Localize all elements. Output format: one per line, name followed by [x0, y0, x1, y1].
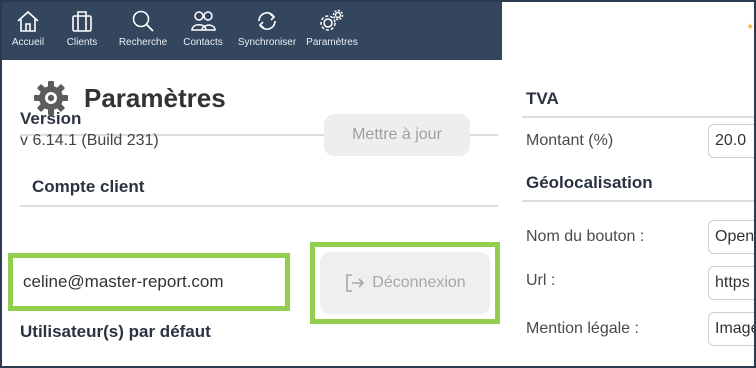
top-bar-right-area: ✦ [502, 2, 755, 60]
nav-label-parametres: Paramètres [306, 37, 358, 48]
version-heading: Version [20, 109, 82, 128]
account-email: celine@master-report.com [13, 258, 285, 306]
account-heading: Compte client [32, 177, 145, 196]
nav-item-clients[interactable]: Clients [62, 6, 102, 56]
nav-label-recherche: Recherche [118, 37, 168, 48]
url-label: Url : [526, 272, 556, 289]
button-name-input[interactable]: Open [708, 220, 754, 254]
divider [20, 205, 498, 207]
gears-icon [320, 9, 344, 31]
nav-item-contacts[interactable]: Contacts [178, 6, 228, 56]
settings-left-panel: Paramètres Version v 6.14.1 (Build 231) … [2, 60, 502, 366]
nav-label-synchroniser: Synchroniser [237, 37, 297, 48]
update-button[interactable]: Mettre à jour [324, 114, 470, 156]
amount-label: Montant (%) [526, 132, 614, 149]
briefcase-icon [72, 11, 92, 32]
contacts-icon [191, 11, 216, 31]
amount-input[interactable]: 20.0 [708, 124, 754, 158]
url-input[interactable]: https [708, 266, 754, 300]
button-name-label: Nom du bouton : [526, 228, 645, 245]
home-icon [17, 10, 39, 32]
divider [522, 116, 754, 118]
legal-input[interactable]: Image [708, 312, 754, 346]
default-users-heading: Utilisateur(s) par défaut [20, 322, 211, 341]
nav-item-parametres[interactable]: Paramètres [304, 6, 360, 56]
logout-button[interactable]: Déconnexion [320, 252, 490, 314]
divider [522, 200, 754, 202]
tva-heading: TVA [526, 89, 559, 108]
accent-mark-icon: ✦ [746, 22, 755, 33]
nav-item-synchroniser[interactable]: Synchroniser [232, 6, 302, 56]
logout-label: Déconnexion [372, 274, 466, 291]
geo-heading: Géolocalisation [526, 173, 653, 192]
legal-label: Mention légale : [526, 320, 639, 337]
settings-right-panel: TVA Montant (%) 20.0 Géolocalisation Nom… [512, 60, 754, 366]
logout-icon [346, 274, 365, 292]
version-value: v 6.14.1 (Build 231) [20, 132, 159, 149]
app-window: Accueil Clients Recherche Contacts Synch… [0, 0, 756, 368]
search-icon [132, 10, 154, 32]
nav-label-contacts: Contacts [183, 37, 223, 48]
nav-item-accueil[interactable]: Accueil [10, 6, 46, 56]
nav-item-recherche[interactable]: Recherche [116, 6, 170, 56]
nav-label-accueil: Accueil [11, 37, 45, 48]
nav-label-clients: Clients [66, 37, 98, 48]
sync-icon [258, 12, 276, 30]
page-title: Paramètres [84, 82, 226, 113]
top-nav-bar: Accueil Clients Recherche Contacts Synch… [2, 2, 502, 60]
